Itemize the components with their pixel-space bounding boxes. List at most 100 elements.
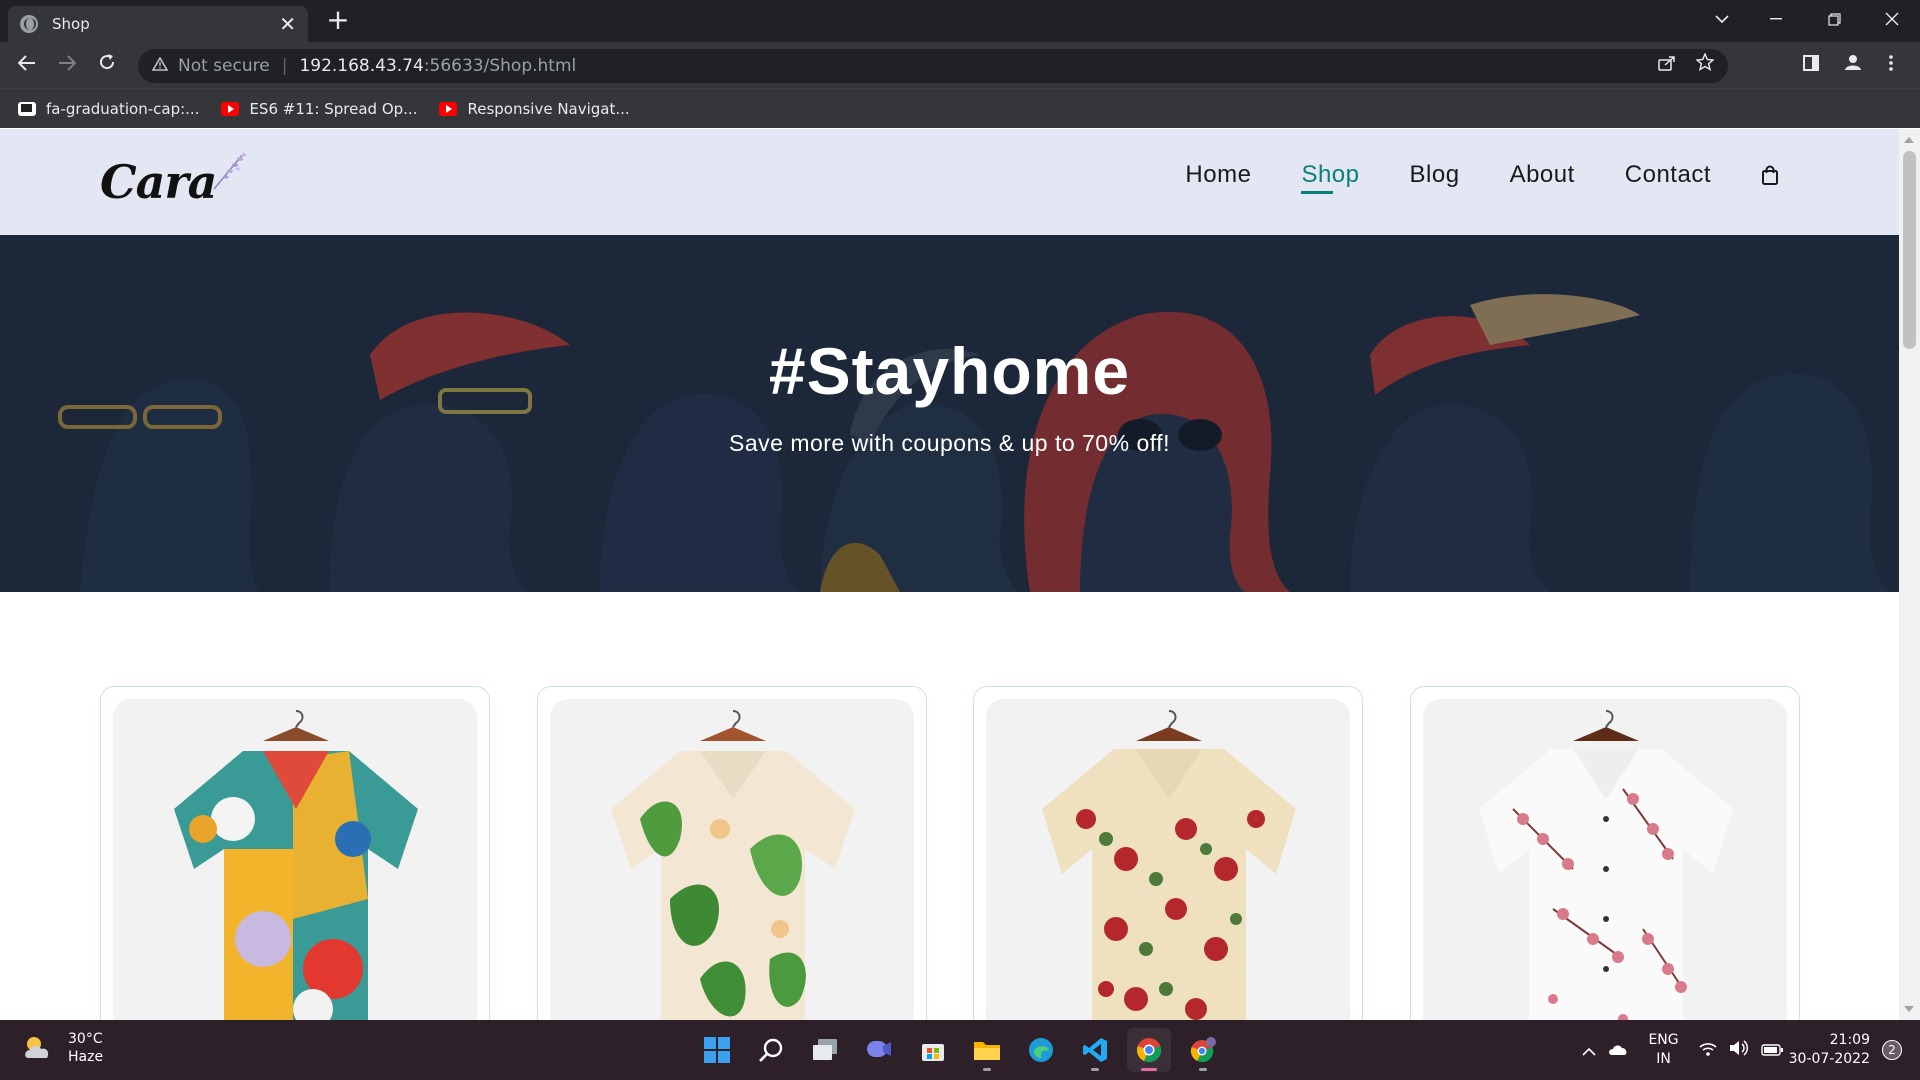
hero-title: #Stayhome (768, 334, 1131, 408)
bookmark-label: fa-graduation-cap:... (46, 99, 200, 118)
nav-home[interactable]: Home (1185, 161, 1251, 189)
tab-title: Shop (52, 15, 90, 33)
volume-icon[interactable] (1729, 1040, 1749, 1060)
browser-tab[interactable]: Shop ✕ (8, 6, 308, 42)
site-logo[interactable]: Cara (100, 147, 250, 217)
chevron-up-icon[interactable] (1582, 1041, 1597, 1060)
region-code: IN (1656, 1051, 1671, 1067)
product-card[interactable] (100, 686, 490, 1020)
product-image[interactable] (113, 699, 477, 1020)
profile-icon[interactable] (1838, 50, 1868, 80)
file-explorer-button[interactable] (965, 1028, 1009, 1072)
task-view-icon (813, 1039, 837, 1060)
share-icon[interactable] (1652, 49, 1682, 83)
security-label[interactable]: Not secure (178, 56, 270, 76)
close-window-button[interactable] (1864, 0, 1920, 38)
minimize-button[interactable] (1748, 0, 1804, 38)
youtube-icon (221, 101, 240, 116)
shirt-image (610, 710, 855, 1020)
hero-illustration (0, 235, 1899, 592)
store-button[interactable] (911, 1028, 955, 1072)
reload-button[interactable] (92, 50, 122, 80)
vscode-icon (1083, 1038, 1107, 1062)
bookmarks-bar: fa-graduation-cap:... ES6 #11: Spread Op… (0, 88, 1920, 128)
url-path: :56633/Shop.html (423, 56, 577, 76)
running-indicator (983, 1068, 991, 1071)
shirt-image (1042, 710, 1297, 1020)
wifi-icon[interactable] (1699, 1041, 1717, 1060)
tab-strip: Shop ✕ + (0, 0, 1920, 42)
teams-chat-button[interactable] (857, 1028, 901, 1072)
bookmark-item[interactable]: Responsive Navigat... (439, 99, 630, 118)
weather-widget[interactable]: 30°C Haze (22, 1030, 103, 1066)
bookmark-label: Responsive Navigat... (467, 99, 630, 118)
running-indicator (1141, 1068, 1157, 1071)
scrollbar-thumb[interactable] (1903, 151, 1916, 349)
browser-toolbar: Not secure | 192.168.43.74 :56633/Shop.h… (0, 42, 1920, 88)
edge-icon (1029, 1038, 1053, 1062)
tab-search-icon[interactable] (1694, 0, 1750, 38)
address-bar[interactable]: Not secure | 192.168.43.74 :56633/Shop.h… (138, 49, 1728, 83)
edge-button[interactable] (1019, 1028, 1063, 1072)
notification-badge[interactable]: 2 (1882, 1040, 1902, 1060)
shirt-image (1478, 710, 1733, 1020)
forward-button[interactable] (52, 50, 82, 80)
bookmark-item[interactable]: fa-graduation-cap:... (18, 100, 199, 118)
lavender-sprig-icon (213, 152, 247, 190)
new-tab-button[interactable]: + (324, 6, 352, 34)
product-card[interactable] (536, 686, 927, 1020)
chrome-button[interactable] (1127, 1028, 1171, 1072)
running-indicator (1199, 1068, 1207, 1071)
product-card[interactable] (1409, 686, 1800, 1020)
onedrive-icon[interactable] (1608, 1041, 1628, 1060)
search-button[interactable] (749, 1028, 793, 1072)
close-tab-icon[interactable]: ✕ (279, 14, 296, 34)
product-image[interactable] (986, 699, 1351, 1020)
battery-icon[interactable] (1760, 1041, 1783, 1060)
windows-logo-icon (704, 1037, 730, 1063)
task-view-button[interactable] (803, 1028, 847, 1072)
youtube-icon (439, 101, 458, 116)
main-nav: Home Shop Blog About Contact (1135, 161, 1779, 194)
scroll-up-arrow-icon[interactable] (1904, 137, 1914, 143)
running-indicator (1091, 1068, 1099, 1071)
site-header: Cara Home Shop Blog About Contact (0, 129, 1899, 235)
search-icon (759, 1038, 783, 1062)
product-image[interactable] (549, 699, 914, 1020)
logo-text: Cara (100, 155, 217, 209)
nav-contact[interactable]: Contact (1625, 161, 1711, 189)
bookmark-star-icon[interactable] (1690, 49, 1720, 83)
chrome-icon (1136, 1038, 1162, 1063)
product-card[interactable] (973, 686, 1364, 1020)
page-viewport: Cara Home Shop Blog About Contact #Stayh… (0, 129, 1899, 1020)
start-button[interactable] (695, 1028, 739, 1072)
scroll-down-arrow-icon[interactable] (1904, 1006, 1914, 1012)
taskbar-apps (690, 1028, 1230, 1072)
bookmark-item[interactable]: ES6 #11: Spread Op... (221, 100, 417, 118)
chrome-profile-icon (1190, 1037, 1216, 1063)
vscode-button[interactable] (1073, 1028, 1117, 1072)
language-indicator[interactable]: ENG IN (1648, 1031, 1678, 1069)
system-tray: ENG IN 21:09 30-07-2022 2 (1576, 1020, 1920, 1080)
product-grid (100, 686, 1800, 1020)
nav-about[interactable]: About (1510, 161, 1575, 189)
side-panel-icon[interactable] (1796, 50, 1826, 80)
weather-haze-icon (25, 1037, 49, 1058)
nav-shop[interactable]: Shop (1301, 161, 1359, 194)
clock[interactable]: 21:09 30-07-2022 (1789, 1031, 1870, 1069)
shopping-bag-icon[interactable] (1761, 165, 1779, 185)
warning-icon[interactable] (151, 56, 169, 75)
product-image[interactable] (1422, 699, 1787, 1020)
shirt-image (174, 710, 418, 1020)
bookmark-label: ES6 #11: Spread Op... (249, 99, 418, 118)
page-scrollbar[interactable] (1899, 129, 1920, 1020)
back-button[interactable] (12, 50, 42, 80)
clock-date: 30-07-2022 (1788, 1051, 1870, 1067)
nav-blog[interactable]: Blog (1410, 161, 1460, 189)
url-divider: | (281, 56, 288, 76)
menu-icon[interactable] (1876, 50, 1906, 80)
chrome-profile-button[interactable] (1181, 1028, 1225, 1072)
flag-icon (18, 101, 36, 116)
restore-button[interactable] (1806, 0, 1862, 38)
chat-icon (867, 1041, 891, 1057)
